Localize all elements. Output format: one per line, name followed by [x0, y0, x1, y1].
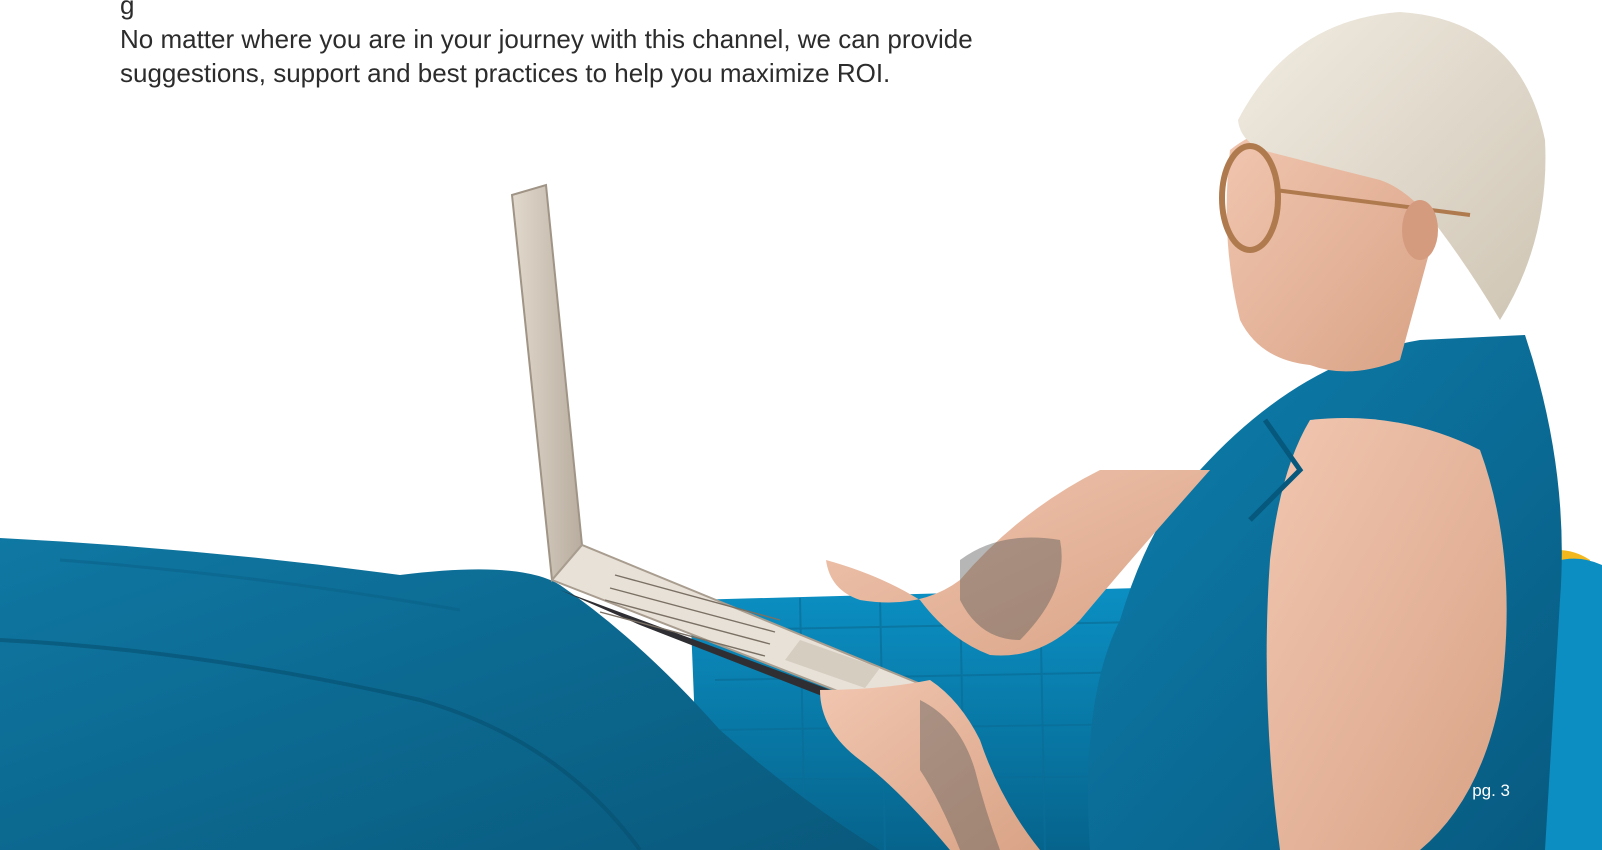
- page-number: pg. 3: [1472, 781, 1510, 800]
- torso: [1088, 335, 1562, 850]
- page: g No matter where you are in your journe…: [0, 0, 1602, 850]
- head: [1219, 12, 1546, 372]
- woman-with-laptop-photo: [0, 12, 1602, 850]
